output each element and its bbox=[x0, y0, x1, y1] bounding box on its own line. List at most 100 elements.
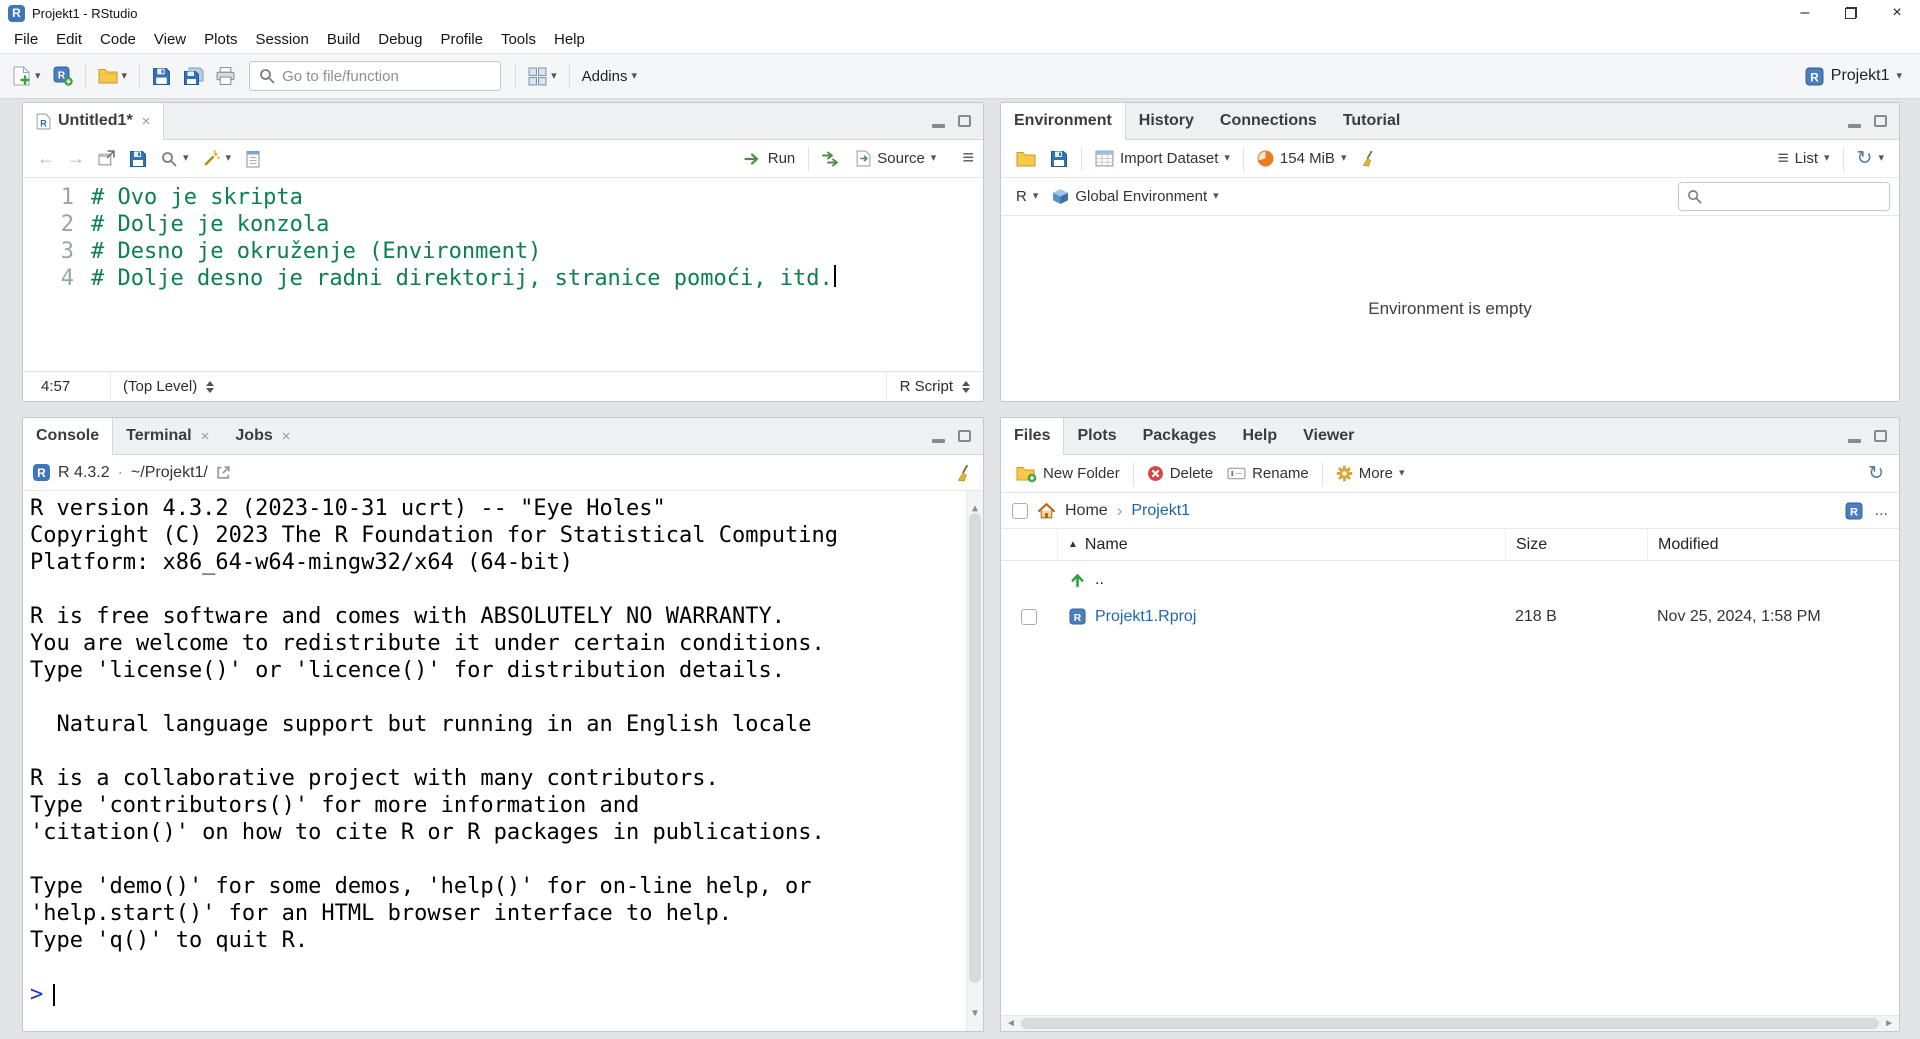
goto-file-input[interactable] bbox=[282, 68, 491, 85]
tab-viewer[interactable]: Viewer bbox=[1290, 418, 1367, 454]
tab-terminal[interactable]: Terminal × bbox=[113, 418, 222, 454]
code-tools-button[interactable]: ▾ bbox=[197, 146, 238, 171]
file-row-parent-directory[interactable]: .. bbox=[1001, 561, 1899, 598]
header-modified-column[interactable]: Modified bbox=[1647, 529, 1899, 560]
open-file-button[interactable]: ▾ bbox=[92, 62, 134, 90]
file-row-projekt1-rproj[interactable]: R Projekt1.Rproj 218 B Nov 25, 2024, 1:5… bbox=[1001, 598, 1899, 635]
menu-plots[interactable]: Plots bbox=[195, 28, 246, 51]
back-button[interactable]: ← bbox=[32, 148, 60, 169]
save-source-button[interactable] bbox=[123, 146, 153, 172]
run-button[interactable]: Run bbox=[737, 146, 802, 171]
tab-connections[interactable]: Connections bbox=[1207, 103, 1330, 139]
pane-minimize-button[interactable] bbox=[1848, 439, 1861, 443]
popout-editor-button[interactable] bbox=[92, 146, 121, 171]
menu-build[interactable]: Build bbox=[318, 28, 369, 51]
document-outline-button[interactable]: ≡ bbox=[962, 147, 974, 170]
select-all-checkbox[interactable] bbox=[1012, 503, 1028, 519]
menu-profile[interactable]: Profile bbox=[431, 28, 492, 51]
source-button[interactable]: Source ▾ bbox=[850, 146, 942, 171]
clear-environment-button[interactable] bbox=[1354, 146, 1383, 171]
tab-environment[interactable]: Environment bbox=[1001, 103, 1126, 139]
breadcrumb-projekt1[interactable]: Projekt1 bbox=[1131, 502, 1190, 520]
rerun-button[interactable] bbox=[816, 147, 848, 171]
scrollbar-thumb[interactable] bbox=[969, 513, 981, 983]
rename-button[interactable]: Rename bbox=[1221, 461, 1315, 486]
tab-untitled1[interactable]: R Untitled1* × bbox=[23, 103, 164, 139]
save-button[interactable] bbox=[146, 62, 177, 91]
restore-button[interactable] bbox=[1828, 0, 1874, 26]
language-selector[interactable]: R ▾ bbox=[1010, 184, 1044, 209]
new-folder-button[interactable]: New Folder bbox=[1010, 461, 1126, 487]
load-workspace-button[interactable] bbox=[1010, 146, 1042, 172]
tab-history[interactable]: History bbox=[1126, 103, 1207, 139]
save-workspace-button[interactable] bbox=[1044, 146, 1074, 172]
tab-plots[interactable]: Plots bbox=[1064, 418, 1129, 454]
menu-code[interactable]: Code bbox=[91, 28, 145, 51]
environment-search-input[interactable] bbox=[1709, 188, 1900, 205]
console-output-area[interactable]: R version 4.3.2 (2023-10-31 ucrt) -- "Ey… bbox=[23, 491, 983, 1031]
scope-selector[interactable]: (Top Level) bbox=[111, 378, 886, 395]
files-horizontal-scrollbar[interactable]: ◄ ► bbox=[1001, 1015, 1899, 1031]
tab-close-icon[interactable]: × bbox=[142, 113, 151, 130]
project-menu-button[interactable]: R Projekt1 ▾ bbox=[1797, 63, 1910, 90]
pane-layout-button[interactable]: ▾ bbox=[522, 62, 563, 91]
pane-maximize-button[interactable] bbox=[1874, 430, 1887, 442]
browse-directory-button[interactable]: ... bbox=[1875, 502, 1888, 520]
file-name[interactable]: Projekt1.Rproj bbox=[1095, 608, 1196, 626]
more-button[interactable]: More ▾ bbox=[1330, 461, 1411, 486]
refresh-environment-button[interactable]: ↻ ▾ bbox=[1851, 145, 1890, 172]
scroll-down-arrow-icon[interactable]: ▼ bbox=[972, 1000, 978, 1027]
memory-usage-button[interactable]: 154 MiB ▾ bbox=[1251, 146, 1353, 171]
project-directory-icon[interactable]: R bbox=[1845, 502, 1863, 520]
pane-maximize-button[interactable] bbox=[958, 430, 971, 442]
tab-jobs[interactable]: Jobs × bbox=[222, 418, 303, 454]
popout-console-icon[interactable] bbox=[216, 465, 231, 480]
new-file-button[interactable]: ▾ bbox=[6, 61, 47, 91]
save-all-button[interactable] bbox=[177, 62, 210, 91]
file-type-selector[interactable]: R Script bbox=[886, 372, 983, 401]
list-view-button[interactable]: ≡ List ▾ bbox=[1772, 145, 1836, 172]
find-replace-button[interactable]: ▾ bbox=[155, 147, 195, 171]
file-name[interactable]: .. bbox=[1095, 571, 1104, 589]
menu-tools[interactable]: Tools bbox=[492, 28, 545, 51]
pane-maximize-button[interactable] bbox=[1874, 115, 1887, 127]
scrollbar-thumb[interactable] bbox=[1021, 1018, 1879, 1029]
pane-minimize-button[interactable] bbox=[932, 124, 945, 128]
tab-close-icon[interactable]: × bbox=[282, 428, 291, 445]
tab-close-icon[interactable]: × bbox=[201, 428, 210, 445]
scroll-right-arrow-icon[interactable]: ► bbox=[1884, 1018, 1894, 1029]
header-name-column[interactable]: ▲ Name bbox=[1057, 529, 1505, 560]
header-size-column[interactable]: Size bbox=[1505, 529, 1647, 560]
clear-console-button[interactable] bbox=[955, 464, 973, 482]
pane-minimize-button[interactable] bbox=[932, 439, 945, 443]
tab-packages[interactable]: Packages bbox=[1130, 418, 1230, 454]
forward-button[interactable]: → bbox=[62, 148, 90, 169]
new-project-button[interactable]: R bbox=[47, 61, 79, 91]
code-editor[interactable]: 1 # Ovo je skripta 2 # Dolje je konzola … bbox=[23, 178, 983, 371]
menu-view[interactable]: View bbox=[145, 28, 195, 51]
file-checkbox[interactable] bbox=[1021, 609, 1037, 625]
menu-session[interactable]: Session bbox=[247, 28, 318, 51]
tab-tutorial[interactable]: Tutorial bbox=[1330, 103, 1413, 139]
menu-debug[interactable]: Debug bbox=[369, 28, 431, 51]
tab-files[interactable]: Files bbox=[1001, 418, 1064, 454]
print-button[interactable] bbox=[210, 62, 241, 90]
delete-button[interactable]: Delete bbox=[1141, 461, 1219, 486]
environment-scope-selector[interactable]: Global Environment ▾ bbox=[1046, 184, 1224, 209]
minimize-button[interactable]: – bbox=[1782, 0, 1828, 26]
close-button[interactable]: × bbox=[1874, 0, 1920, 26]
menu-edit[interactable]: Edit bbox=[47, 28, 91, 51]
menu-help[interactable]: Help bbox=[545, 28, 594, 51]
addins-button[interactable]: Addins ▾ bbox=[576, 63, 643, 90]
compile-report-button[interactable] bbox=[239, 146, 267, 172]
console-scrollbar[interactable]: ▲ ▼ bbox=[966, 491, 983, 1031]
scroll-left-arrow-icon[interactable]: ◄ bbox=[1006, 1018, 1016, 1029]
refresh-files-button[interactable]: ↻ bbox=[1862, 460, 1890, 487]
breadcrumb-home[interactable]: Home bbox=[1065, 502, 1108, 520]
pane-maximize-button[interactable] bbox=[958, 115, 971, 127]
tab-console[interactable]: Console bbox=[23, 418, 113, 454]
tab-help[interactable]: Help bbox=[1229, 418, 1290, 454]
import-dataset-button[interactable]: Import Dataset ▾ bbox=[1089, 146, 1236, 171]
menu-file[interactable]: File bbox=[5, 28, 47, 51]
pane-minimize-button[interactable] bbox=[1848, 124, 1861, 128]
